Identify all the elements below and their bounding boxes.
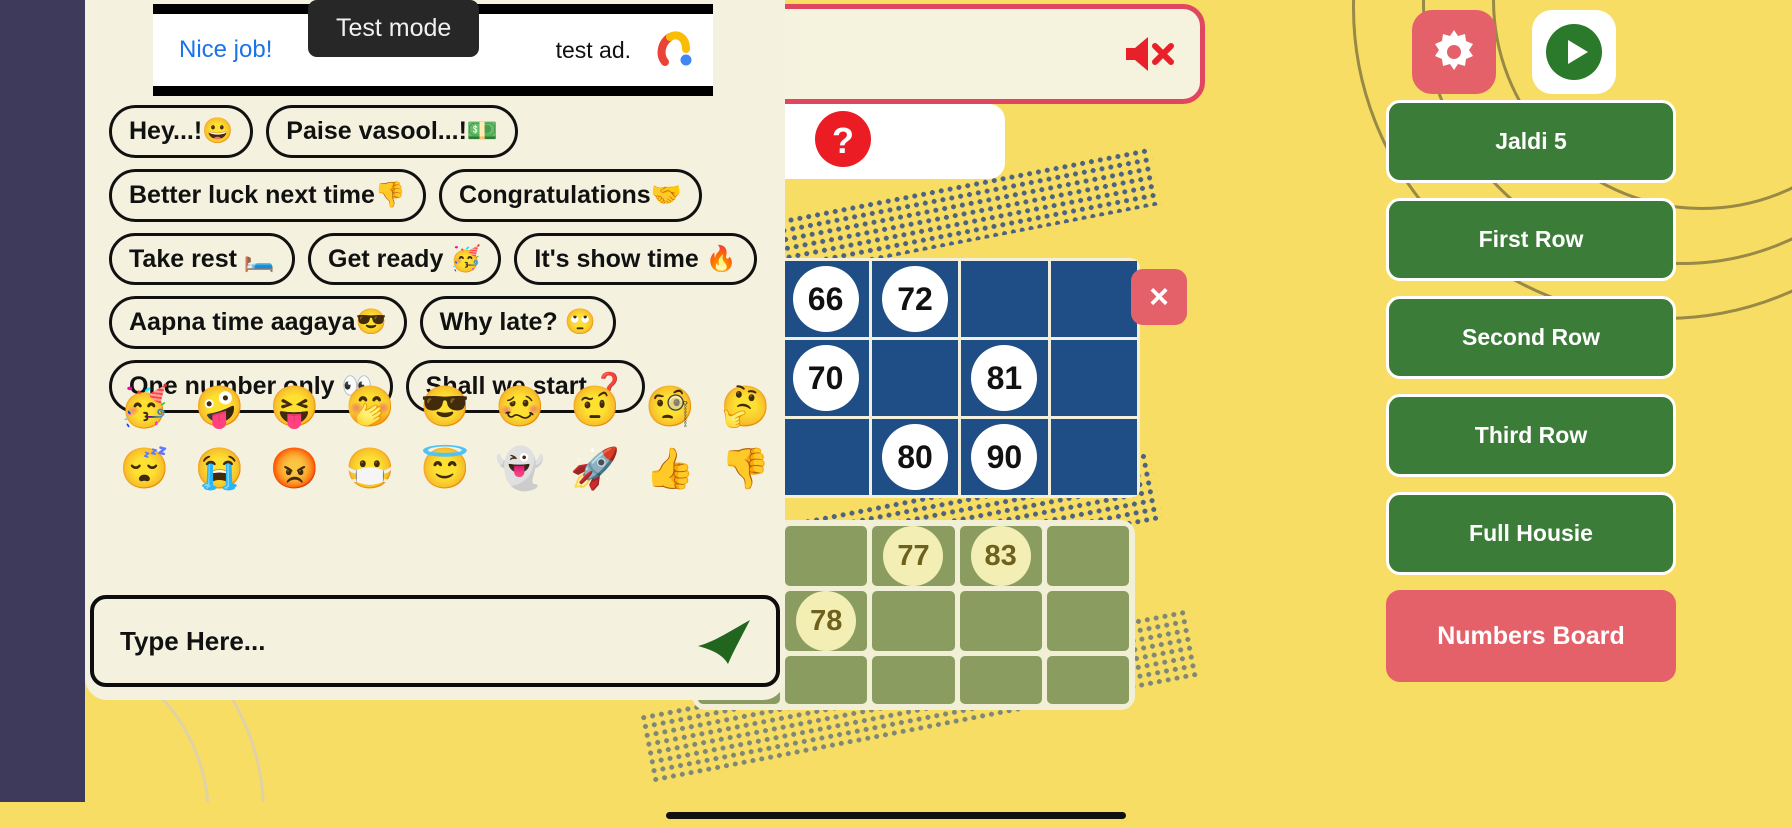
number-cell: 66 (782, 261, 869, 337)
ticket-cell[interactable] (1046, 656, 1129, 704)
emoji-button[interactable]: 🤨 (558, 378, 633, 434)
number-cell: 70 (782, 340, 869, 416)
emoji-button[interactable]: 😷 (332, 440, 407, 496)
ticket-cell[interactable]: 78 (785, 591, 868, 651)
emoji-button[interactable]: 🤭 (332, 378, 407, 434)
ad-banner[interactable]: Nice job! test ad. Test mode (153, 0, 713, 96)
emoji-button[interactable]: 😎 (407, 378, 482, 434)
ticket-cell[interactable] (785, 526, 868, 586)
emoji-button[interactable]: 😝 (257, 378, 332, 434)
number-ball: 81 (971, 345, 1038, 411)
emoji-picker: 🥳 🤪 😝 🤭 😎 🥴 🤨 🧐 🤔 😴 😭 😡 😷 😇 👻 🚀 👍 👎 (107, 378, 783, 502)
number-cell: 80 (871, 419, 959, 495)
ticket-number: 78 (796, 591, 857, 651)
emoji-button[interactable]: 🥳 (107, 378, 182, 434)
action-button-second-row[interactable]: Second Row (1386, 296, 1676, 379)
emoji-row: 😴 😭 😡 😷 😇 👻 🚀 👍 👎 (107, 440, 783, 496)
quick-reply-chip[interactable]: Paise vasool...!💵 (266, 105, 519, 158)
emoji-button[interactable]: 🚀 (558, 440, 633, 496)
ticket-cell[interactable] (872, 656, 955, 704)
ticket-cell[interactable] (959, 656, 1042, 704)
ad-banner-inner: Nice job! test ad. Test mode (153, 0, 713, 86)
emoji-button[interactable]: 👻 (483, 440, 558, 496)
send-icon[interactable] (692, 612, 754, 670)
action-button-first-row[interactable]: First Row (1386, 198, 1676, 281)
emoji-button[interactable]: 👎 (708, 440, 783, 496)
emoji-button[interactable]: 🤪 (182, 378, 257, 434)
ticket-number: 77 (883, 526, 944, 586)
ticket-cell[interactable]: 83 (959, 526, 1042, 586)
number-ball: 72 (881, 266, 948, 332)
emoji-button[interactable]: 🧐 (633, 378, 708, 434)
quick-reply-chip[interactable]: Take rest 🛏️ (109, 232, 296, 286)
question-mark-icon[interactable]: ? (814, 110, 872, 173)
play-icon[interactable] (1532, 10, 1616, 94)
ticket-cell[interactable] (1046, 526, 1129, 586)
gear-icon[interactable] (1412, 10, 1496, 94)
close-numbers-board-button[interactable]: × (1131, 269, 1187, 325)
emoji-button[interactable]: 😡 (257, 440, 332, 496)
icon-row (1412, 10, 1616, 94)
number-cell: 90 (961, 419, 1048, 495)
test-mode-pill: Test mode (308, 0, 480, 57)
number-ball: 66 (792, 266, 859, 332)
number-ball: 70 (792, 345, 859, 411)
system-bar (0, 802, 1792, 828)
ticket-cell[interactable] (872, 591, 955, 651)
number-cell: 81 (961, 340, 1048, 416)
number-ball: 90 (971, 424, 1038, 490)
chat-panel: Nice job! test ad. Test mode Hey...!😀 Pai… (85, 0, 785, 700)
action-button-numbers-board[interactable]: Numbers Board (1386, 590, 1676, 682)
ad-tail-text: test ad. (555, 36, 631, 63)
action-button-jaldi-5[interactable]: Jaldi 5 (1386, 100, 1676, 183)
number-cell (961, 261, 1048, 337)
home-indicator[interactable] (666, 812, 1126, 819)
emoji-button[interactable]: 🥴 (483, 378, 558, 434)
quick-reply-chip[interactable]: It's show time 🔥 (514, 232, 757, 286)
number-cell: 72 (871, 261, 959, 337)
quick-reply-chip[interactable]: Aapna time aagaya😎 (109, 296, 407, 349)
quick-reply-chips: Hey...!😀 Paise vasool...!💵 Better luck nex… (109, 105, 781, 413)
action-button-third-row[interactable]: Third Row (1386, 394, 1676, 477)
quick-reply-chip[interactable]: Better luck next time👎 (109, 168, 427, 222)
quick-reply-chip[interactable]: Get ready 🥳 (308, 232, 502, 286)
emoji-row: 🥳 🤪 😝 🤭 😎 🥴 🤨 🧐 🤔 (107, 378, 783, 434)
message-input[interactable] (120, 625, 692, 657)
action-button-full-housie[interactable]: Full Housie (1386, 492, 1676, 575)
emoji-button[interactable]: 😴 (107, 440, 182, 496)
emoji-button[interactable]: 🤔 (708, 378, 783, 434)
ticket-number: 83 (970, 526, 1031, 586)
message-composer (90, 595, 780, 687)
number-cell (1050, 261, 1137, 337)
ticket-cell[interactable]: 77 (872, 526, 955, 586)
emoji-button[interactable]: 😭 (182, 440, 257, 496)
emoji-button[interactable]: 👍 (633, 440, 708, 496)
ticket-cell[interactable] (1046, 591, 1129, 651)
ad-link-text[interactable]: Nice job! (179, 36, 272, 64)
number-cell (1050, 419, 1137, 495)
right-control-panel: Jaldi 5 First Row Second Row Third Row Full … (1372, 0, 1792, 828)
quick-reply-chip[interactable]: Hey...!😀 (109, 105, 254, 158)
number-cell (871, 340, 959, 416)
emoji-button[interactable]: 😇 (407, 440, 482, 496)
speaker-mute-icon[interactable] (1122, 32, 1176, 76)
quick-reply-chip[interactable]: Why late? 🙄 (419, 296, 616, 349)
left-rail (0, 0, 85, 828)
number-ball: 80 (881, 424, 948, 490)
number-cell (1050, 340, 1137, 416)
svg-text:?: ? (832, 120, 854, 161)
ticket-cell[interactable] (785, 656, 868, 704)
ticket-cell[interactable] (959, 591, 1042, 651)
google-ads-icon (653, 29, 695, 71)
action-button-stack: Jaldi 5 First Row Second Row Third Row Full … (1386, 100, 1676, 682)
number-cell (782, 419, 869, 495)
quick-reply-chip[interactable]: Congratulations🤝 (439, 168, 702, 222)
